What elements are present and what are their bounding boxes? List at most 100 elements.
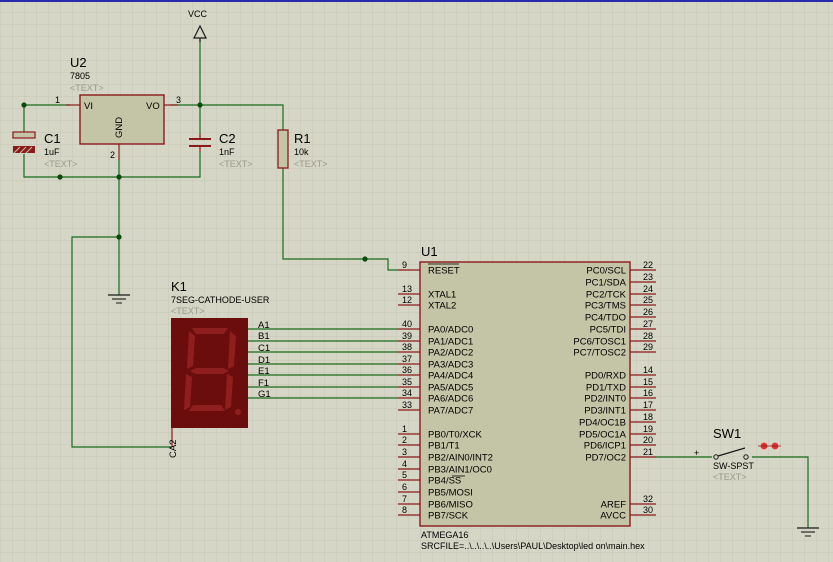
k1-pin: E1	[258, 366, 270, 377]
u1-pin-name: AVCC	[600, 511, 626, 522]
u1-pin-name: PD3/INT1	[584, 406, 626, 417]
u1-ref: U1	[421, 244, 438, 259]
u2-text: <TEXT>	[70, 83, 104, 93]
u1-pin-name: PD5/OC1A	[579, 430, 627, 441]
u1-pin-number: 18	[643, 412, 653, 422]
u2-ref: U2	[70, 55, 87, 70]
u1-pin-name: RESET	[428, 266, 460, 277]
u1-pin-number: 16	[643, 388, 653, 398]
u1-pin-number: 22	[643, 260, 653, 270]
u1-pin-name: PA0/ADC0	[428, 325, 473, 336]
u1-pin-number: 34	[402, 388, 412, 398]
u1-pin-number: 5	[402, 470, 407, 480]
u1-pin-name: PC6/TOSC1	[573, 337, 626, 348]
u1-pin-name: PD2/INT0	[584, 394, 626, 405]
sw1-plus: +	[694, 448, 699, 458]
u1-pin-number: 32	[643, 494, 653, 504]
u2-pin3: 3	[176, 95, 181, 105]
k1-value: 7SEG-CATHODE-USER	[171, 295, 270, 305]
u1-pin-name: XTAL1	[428, 290, 456, 301]
sw1-ref: SW1	[713, 426, 741, 441]
u2-pin1: 1	[55, 95, 60, 105]
u1-pin-number: 25	[643, 295, 653, 305]
u1-pin-name: PC2/TCK	[586, 290, 627, 301]
microcontroller-u1[interactable]: U1 ATMEGA16 SRCFILE=..\..\..\..\Users\PA…	[398, 244, 656, 551]
u1-pin-number: 29	[643, 342, 653, 352]
u1-pin-name: PD6/ICP1	[584, 441, 626, 452]
c2-value: 1nF	[219, 147, 235, 157]
u2-pin-vo: VO	[146, 101, 160, 112]
u1-pin-name: PB6/MISO	[428, 500, 473, 511]
u1-pin-number: 1	[402, 424, 407, 434]
u1-pin-number: 13	[402, 284, 412, 294]
r1-ref: R1	[294, 131, 311, 146]
k1-pin-labels: A1 B1 C1 D1 E1 F1 G1	[258, 320, 271, 400]
u1-pin-number: 40	[402, 319, 412, 329]
u1-pin-number: 39	[402, 331, 412, 341]
u1-pin-name: PB0/T0/XCK	[428, 430, 483, 441]
sw1-value: SW-SPST	[713, 461, 754, 471]
r1-text: <TEXT>	[294, 159, 328, 169]
u1-pin-number: 8	[402, 505, 407, 515]
u1-pin-number: 36	[402, 365, 412, 375]
u1-pin-name: AREF	[601, 500, 627, 511]
u1-pin-number: 2	[402, 435, 407, 445]
u1-pin-name: PD7/OC2	[585, 453, 626, 464]
u1-pin-name: XTAL2	[428, 301, 456, 312]
u1-pin-name: PC1/SDA	[585, 278, 626, 289]
u1-pin-number: 15	[643, 377, 653, 387]
u1-pin-number: 7	[402, 494, 407, 504]
k1-ref: K1	[171, 279, 187, 294]
u1-pin-name: PC3/TMS	[585, 301, 626, 312]
u1-pin-number: 17	[643, 400, 653, 410]
u1-pin-name: PB7/SCK	[428, 511, 469, 522]
u2-pin-gnd: GND	[114, 117, 125, 138]
c2-ref: C2	[219, 131, 236, 146]
u1-pin-number: 27	[643, 319, 653, 329]
k1-pin: C1	[258, 343, 270, 354]
u1-pin-number: 20	[643, 435, 653, 445]
u1-part: ATMEGA16	[421, 530, 468, 540]
u1-pin-name: PB4/SS	[428, 476, 461, 487]
k1-pin: B1	[258, 331, 270, 342]
k1-common-pin: CA2	[168, 440, 179, 458]
u1-pin-number: 23	[643, 272, 653, 282]
u1-pin-number: 37	[402, 354, 412, 364]
k1-pin: F1	[258, 378, 269, 389]
u1-pin-number: 9	[402, 260, 407, 270]
u1-pin-name: PA3/ADC3	[428, 360, 473, 371]
sw1-text: <TEXT>	[713, 472, 747, 482]
u1-pin-number: 24	[643, 284, 653, 294]
background	[0, 0, 833, 562]
u1-pin-name: PB3/AIN1/OC0	[428, 465, 492, 476]
r1-value: 10k	[294, 147, 309, 157]
u1-pin-name: PD1/TXD	[586, 383, 626, 394]
c1-ref: C1	[44, 131, 61, 146]
u1-pin-name: PA7/ADC7	[428, 406, 473, 417]
u2-pin2: 2	[110, 150, 115, 160]
u1-pin-name: PA1/ADC1	[428, 337, 473, 348]
u1-pin-name: PC0/SCL	[586, 266, 626, 277]
u2-pin-vi: VI	[84, 101, 93, 112]
schematic-canvas[interactable]: VCC U2 7805 <TEXT> VI VO GND 1 3 2 C1 1u…	[0, 0, 833, 562]
u1-pin-name: PC5/TDI	[590, 325, 626, 336]
u2-value: 7805	[70, 71, 90, 81]
k1-pin: A1	[258, 320, 270, 331]
u1-pin-name: PA2/ADC2	[428, 348, 473, 359]
u1-pin-number: 35	[402, 377, 412, 387]
u1-srcfile: SRCFILE=..\..\..\..\Users\PAUL\Desktop\l…	[421, 541, 645, 551]
u1-pin-name: PA4/ADC4	[428, 371, 473, 382]
u1-pin-name: PA5/ADC5	[428, 383, 473, 394]
u1-pin-number: 12	[402, 295, 412, 305]
c1-value: 1uF	[44, 147, 60, 157]
u1-pin-name: PD0/RXD	[585, 371, 626, 382]
u1-pin-number: 26	[643, 307, 653, 317]
c2-text: <TEXT>	[219, 159, 253, 169]
u1-pin-number: 3	[402, 447, 407, 457]
u1-pin-number: 4	[402, 459, 407, 469]
u1-pin-name: PB2/AIN0/INT2	[428, 453, 493, 464]
u1-pin-name: PB1/T1	[428, 441, 460, 452]
u1-pin-number: 14	[643, 365, 653, 375]
u1-pin-name: PA6/ADC6	[428, 394, 473, 405]
u1-pin-number: 6	[402, 482, 407, 492]
